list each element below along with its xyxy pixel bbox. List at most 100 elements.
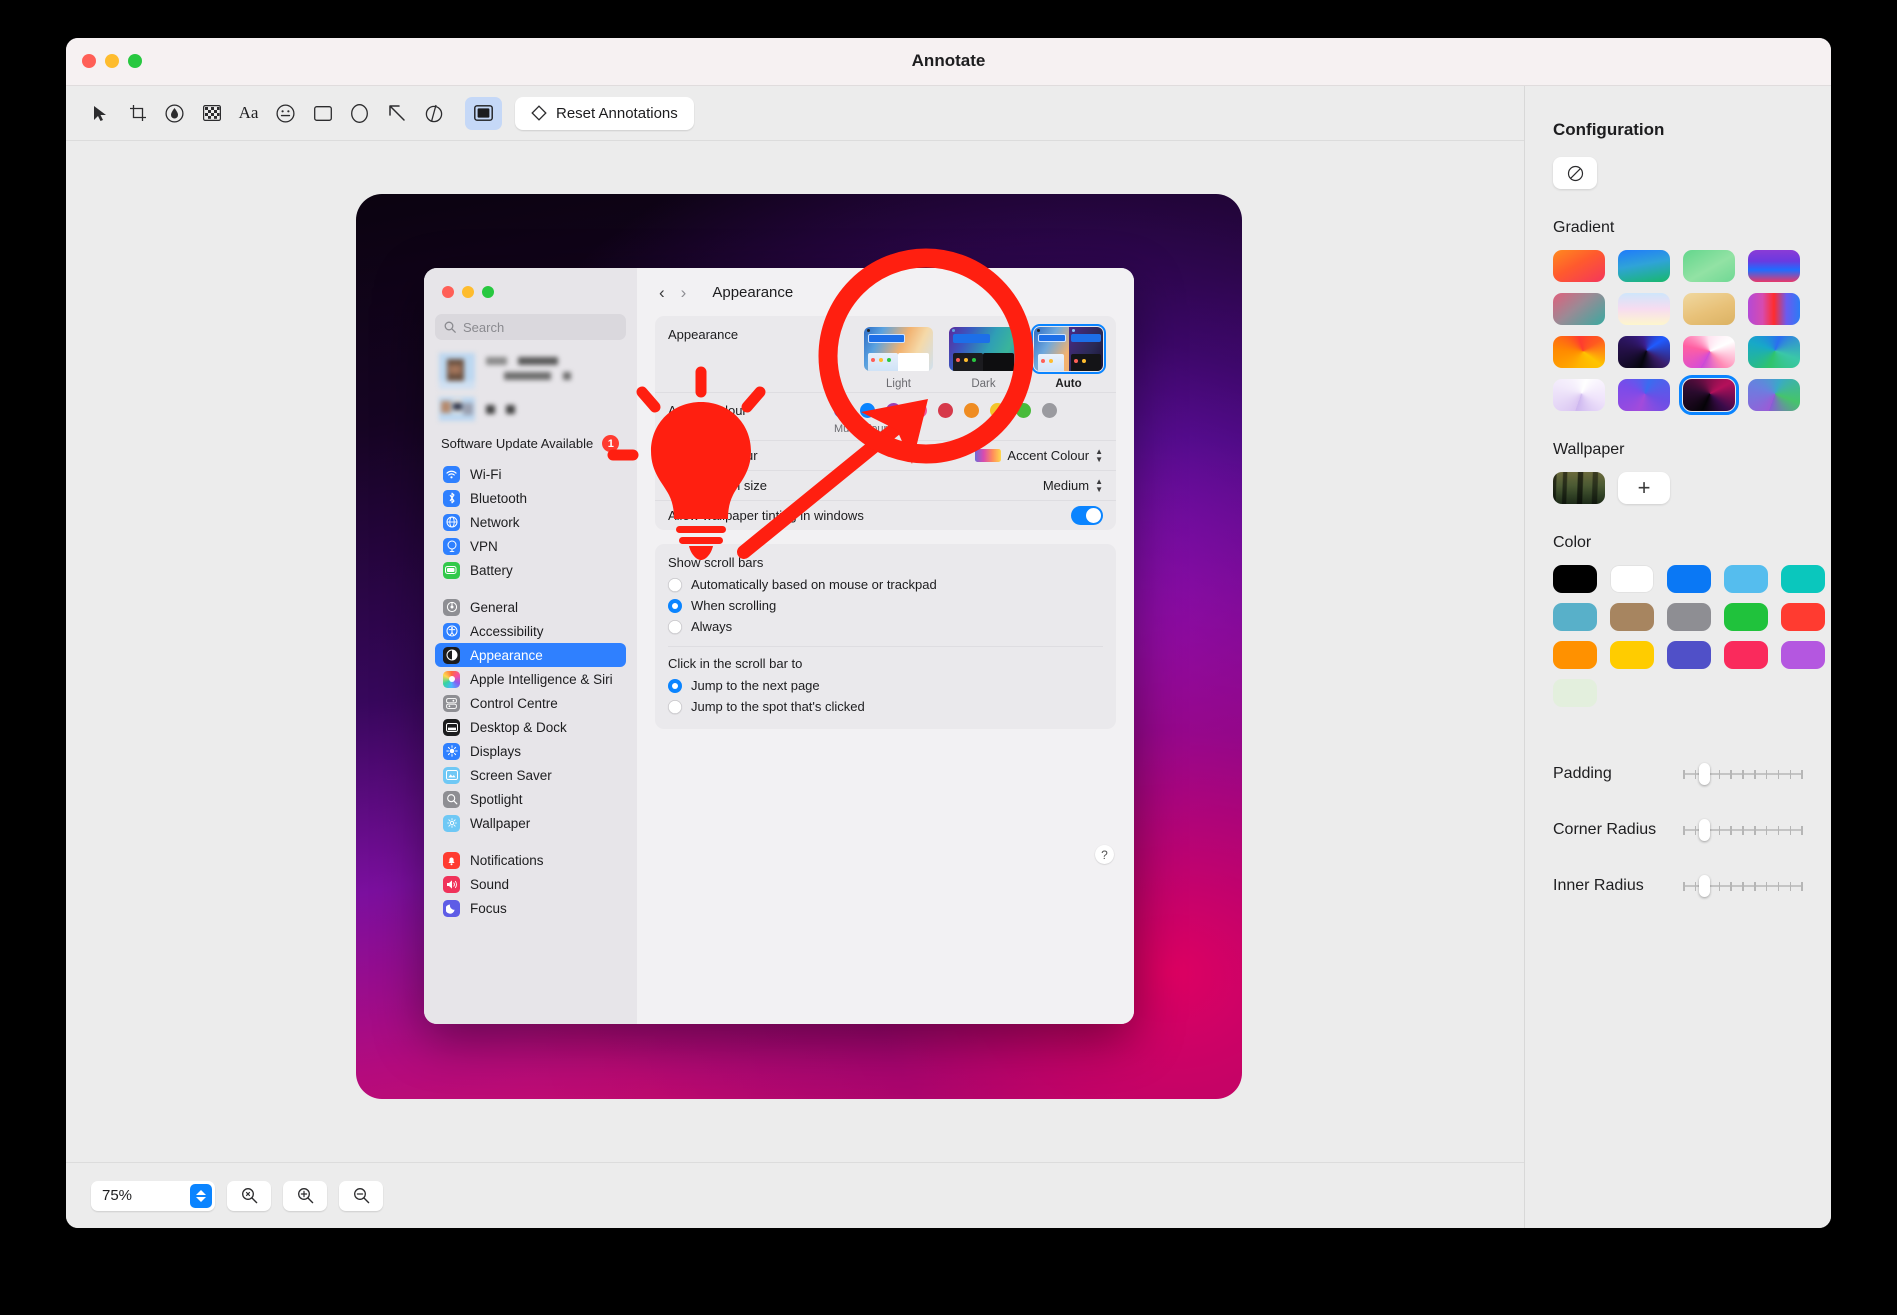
emoji-tool[interactable] — [267, 97, 304, 130]
gradient-swatch-violet-blue-cone[interactable] — [1618, 379, 1670, 411]
no-background-button[interactable] — [1553, 157, 1597, 189]
color-swatch-2[interactable] — [1667, 565, 1711, 593]
gradient-swatch-pastel-sky-cream[interactable] — [1618, 293, 1670, 325]
reset-annotations-button[interactable]: Reset Annotations — [515, 97, 694, 130]
accent-green[interactable] — [1016, 403, 1031, 418]
color-swatch-11[interactable] — [1610, 641, 1654, 669]
highlight-tool[interactable] — [415, 97, 452, 130]
accent-pink[interactable] — [912, 403, 927, 418]
accent-purple[interactable] — [886, 403, 901, 418]
color-swatch-15[interactable] — [1553, 679, 1597, 707]
sidebar-item-screen-saver[interactable]: Screen Saver — [435, 763, 626, 787]
accent-yellow[interactable] — [990, 403, 1005, 418]
add-wallpaper-button[interactable]: + — [1618, 472, 1670, 504]
canvas-area[interactable]: Search — [66, 142, 1524, 1162]
color-swatch-10[interactable] — [1553, 641, 1597, 669]
sidebar-item-spotlight[interactable]: Spotlight — [435, 787, 626, 811]
sidebar-item-general[interactable]: General — [435, 595, 626, 619]
gradient-swatch-pink-white-cone[interactable] — [1683, 336, 1735, 368]
accent-orange[interactable] — [964, 403, 979, 418]
sidebar-item-control-centre[interactable]: Control Centre — [435, 691, 626, 715]
back-button[interactable]: ‹ — [659, 284, 665, 301]
settings-search-input[interactable]: Search — [435, 314, 626, 340]
pixelate-tool[interactable] — [193, 97, 230, 130]
sidebar-item-wallpaper[interactable]: Wallpaper — [435, 811, 626, 835]
sidebar-item-focus[interactable]: Focus — [435, 896, 626, 920]
crop-tool[interactable] — [119, 97, 156, 130]
sidebar-item-battery[interactable]: Battery — [435, 558, 626, 582]
arrow-tool[interactable] — [378, 97, 415, 130]
appearance-auto[interactable]: Auto — [1034, 327, 1103, 390]
gradient-swatch-lavender-white-cone[interactable] — [1553, 379, 1605, 411]
padding-slider-knob[interactable] — [1699, 763, 1710, 785]
software-update-row[interactable]: Software Update Available 1 — [435, 427, 626, 462]
apple-account-row[interactable] — [435, 340, 626, 395]
color-swatch-5[interactable] — [1553, 603, 1597, 631]
highlight-colour-popup[interactable]: Accent Colour ▲▼ — [975, 448, 1103, 464]
color-swatch-4[interactable] — [1781, 565, 1825, 593]
corner-radius-slider-knob[interactable] — [1699, 819, 1710, 841]
forest-wallpaper-thumb[interactable] — [1553, 472, 1605, 504]
scrollbar-option-automatic[interactable]: Automatically based on mouse or trackpad — [668, 574, 1103, 595]
sidebar-item-appearance[interactable]: Appearance — [435, 643, 626, 667]
corner-radius-slider[interactable] — [1683, 819, 1803, 841]
accent-multicolour[interactable] — [834, 403, 849, 418]
sidebar-item-apple-intelligence-siri[interactable]: Apple Intelligence & Siri — [435, 667, 626, 691]
sidebar-item-network[interactable]: Network — [435, 510, 626, 534]
clickbar-option-next-page[interactable]: Jump to the next page — [668, 675, 1103, 696]
color-swatch-3[interactable] — [1724, 565, 1768, 593]
inner-radius-slider[interactable] — [1683, 875, 1803, 897]
settings-close-button[interactable] — [442, 286, 454, 298]
color-swatch-7[interactable] — [1667, 603, 1711, 631]
scrollbar-option-always[interactable]: Always — [668, 616, 1103, 637]
color-swatch-0[interactable] — [1553, 565, 1597, 593]
text-tool[interactable]: Aa — [230, 97, 267, 130]
family-row[interactable] — [435, 395, 626, 427]
gradient-swatch-dark-crimson-cone[interactable] — [1683, 379, 1735, 411]
color-swatch-12[interactable] — [1667, 641, 1711, 669]
gradient-swatch-light-green[interactable] — [1683, 250, 1735, 282]
screenshot-preview[interactable]: Search — [356, 194, 1242, 1099]
color-swatch-14[interactable] — [1781, 641, 1825, 669]
frame-tool[interactable] — [465, 97, 502, 130]
color-swatch-8[interactable] — [1724, 603, 1768, 631]
blur-tool[interactable] — [156, 97, 193, 130]
accent-graphite[interactable] — [1042, 403, 1057, 418]
zoom-stepper[interactable] — [190, 1184, 212, 1208]
accent-blue[interactable] — [860, 403, 875, 418]
gradient-swatch-green-blue-cone[interactable] — [1748, 336, 1800, 368]
color-swatch-6[interactable] — [1610, 603, 1654, 631]
sidebar-item-desktop-dock[interactable]: Desktop & Dock — [435, 715, 626, 739]
ellipse-tool[interactable] — [341, 97, 378, 130]
clickbar-option-spot-clicked[interactable]: Jump to the spot that's clicked — [668, 696, 1103, 717]
gradient-swatch-rose-grey-teal[interactable] — [1553, 293, 1605, 325]
forward-button[interactable]: › — [681, 284, 687, 301]
color-swatch-9[interactable] — [1781, 603, 1825, 631]
zoom-out-button[interactable] — [339, 1181, 383, 1211]
gradient-swatch-purple-blue-red[interactable] — [1748, 250, 1800, 282]
wallpaper-tinting-toggle[interactable] — [1071, 506, 1103, 525]
zoom-input[interactable]: 75% — [91, 1181, 215, 1211]
settings-zoom-button[interactable] — [482, 286, 494, 298]
sidebar-item-bluetooth[interactable]: Bluetooth — [435, 486, 626, 510]
settings-minimise-button[interactable] — [462, 286, 474, 298]
appearance-light[interactable]: Light — [864, 327, 933, 390]
gradient-swatch-sand-gold[interactable] — [1683, 293, 1735, 325]
sidebar-item-vpn[interactable]: VPN — [435, 534, 626, 558]
gradient-swatch-purple-green-cone[interactable] — [1748, 379, 1800, 411]
zoom-fit-button[interactable] — [227, 1181, 271, 1211]
gradient-swatch-blue-green[interactable] — [1618, 250, 1670, 282]
gradient-swatch-amber-cone[interactable] — [1553, 336, 1605, 368]
color-swatch-1[interactable] — [1610, 565, 1654, 593]
inner-radius-slider-knob[interactable] — [1699, 875, 1710, 897]
gradient-swatch-dark-navy-cone[interactable] — [1618, 336, 1670, 368]
sidebar-item-wi-fi[interactable]: Wi-Fi — [435, 462, 626, 486]
sidebar-item-sound[interactable]: Sound — [435, 872, 626, 896]
sidebar-item-accessibility[interactable]: Accessibility — [435, 619, 626, 643]
rectangle-tool[interactable] — [304, 97, 341, 130]
appearance-dark[interactable]: Dark — [949, 327, 1018, 390]
sidebar-icon-size-popup[interactable]: Medium ▲▼ — [1043, 478, 1103, 494]
gradient-swatch-magenta-red-blue[interactable] — [1748, 293, 1800, 325]
sidebar-item-displays[interactable]: Displays — [435, 739, 626, 763]
gradient-swatch-orange-red[interactable] — [1553, 250, 1605, 282]
